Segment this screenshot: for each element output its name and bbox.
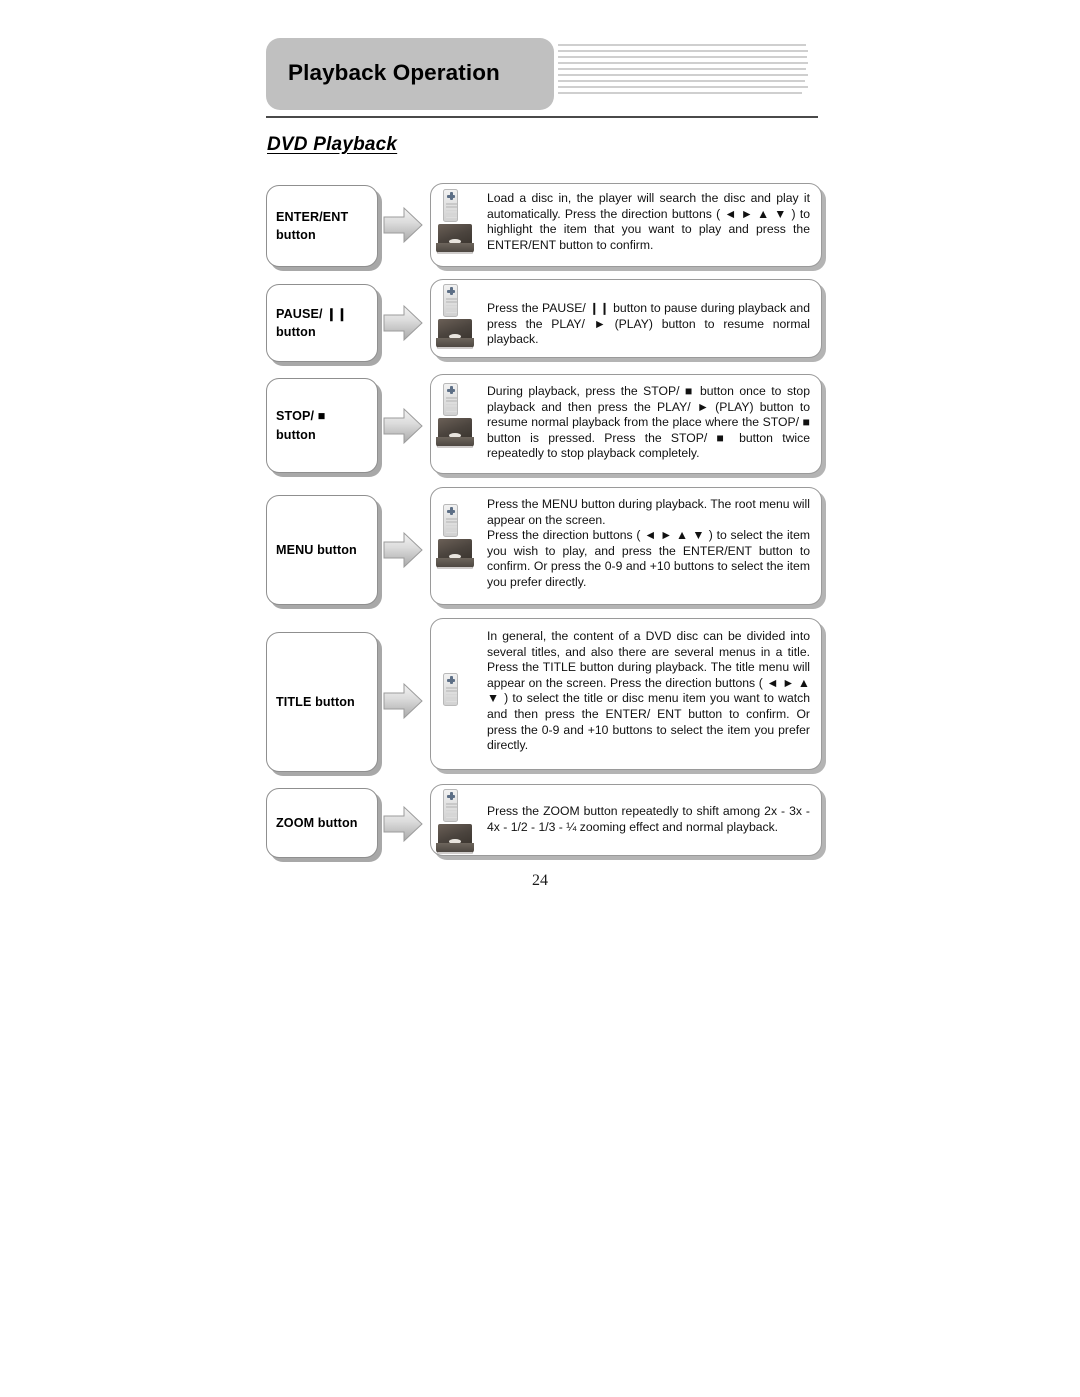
- label-line-1: PAUSE/ ❙❙: [276, 306, 348, 321]
- dvd-player-icon: [436, 418, 474, 448]
- flow-arrow-icon: [382, 205, 424, 245]
- dvd-player-icon: [436, 319, 474, 349]
- dvd-player-icon: [436, 539, 474, 569]
- device-icon-stack: [436, 789, 476, 854]
- label-line-2: button: [276, 228, 316, 242]
- label-line-1: TITLE button: [276, 694, 355, 709]
- device-icon-stack: [436, 189, 476, 254]
- remote-icon: [443, 189, 458, 222]
- flow-arrow-icon: [382, 530, 424, 570]
- instruction-text: Press the MENU button during playback. T…: [487, 497, 810, 527]
- instruction-content-menu: Press the MENU button during playback. T…: [430, 487, 822, 605]
- page-number: 24: [532, 872, 548, 889]
- manual-page: Playback Operation DVD Playback ENTER/EN…: [0, 0, 1080, 1397]
- instruction-content-title: In general, the content of a DVD disc ca…: [430, 618, 822, 770]
- button-label-menu: MENU button: [266, 495, 378, 605]
- header-stripes-decoration: [558, 44, 808, 106]
- button-label-text: ENTER/ENT button: [276, 208, 348, 245]
- dvd-player-icon: [436, 824, 474, 854]
- label-line-2: button: [276, 325, 316, 339]
- section-heading: DVD Playback: [267, 134, 398, 155]
- label-line-1: MENU button: [276, 542, 357, 557]
- flow-arrow-icon: [382, 804, 424, 844]
- instruction-row: STOP/ ■ button During playback, press th…: [266, 374, 822, 487]
- remote-icon: [443, 673, 458, 706]
- instruction-row: MENU button Press the MENU button during…: [266, 487, 822, 618]
- label-line-1: ZOOM button: [276, 815, 358, 830]
- instruction-row: TITLE button In general, the content of …: [266, 618, 822, 784]
- instruction-row: PAUSE/ ❙❙ button Press the PAUSE/ ❙❙ but…: [266, 279, 822, 374]
- flow-arrow-icon: [382, 406, 424, 446]
- device-icon-stack: [436, 284, 476, 349]
- instruction-row: ENTER/ENT button Load a disc in, the pla…: [266, 183, 822, 279]
- label-line-1: ENTER/ENT: [276, 209, 349, 224]
- instruction-text-group: Press the MENU button during playback. T…: [487, 497, 810, 591]
- button-label-enter: ENTER/ENT button: [266, 185, 378, 267]
- button-label-text: MENU button: [276, 541, 357, 559]
- instruction-text: In general, the content of a DVD disc ca…: [487, 629, 810, 753]
- instruction-content-enter: Load a disc in, the player will search t…: [430, 183, 822, 267]
- button-label-pause: PAUSE/ ❙❙ button: [266, 284, 378, 362]
- remote-icon: [443, 504, 458, 537]
- instruction-text: Press the PAUSE/ ❙❙ button to pause duri…: [487, 301, 810, 347]
- instruction-content-zoom: Press the ZOOM button repeatedly to shif…: [430, 784, 822, 856]
- button-label-text: STOP/ ■ button: [276, 407, 368, 444]
- instruction-rows: ENTER/ENT button Load a disc in, the pla…: [266, 183, 826, 868]
- instruction-row: ZOOM button Press the ZOOM button repeat…: [266, 784, 822, 868]
- dvd-player-icon: [436, 224, 474, 254]
- remote-icon: [443, 789, 458, 822]
- header-divider: [266, 116, 818, 118]
- instruction-content-pause: Press the PAUSE/ ❙❙ button to pause duri…: [430, 279, 822, 358]
- page-title: Playback Operation: [288, 60, 500, 85]
- remote-icon: [443, 284, 458, 317]
- remote-icon: [443, 383, 458, 416]
- device-icon-stack: [436, 673, 476, 706]
- button-label-text: TITLE button: [276, 693, 355, 711]
- button-label-text: PAUSE/ ❙❙ button: [276, 305, 347, 342]
- label-line-1: STOP/ ■ button: [276, 409, 326, 442]
- instruction-text-2: Press the direction buttons ( ◄ ► ▲ ▼ ) …: [487, 528, 810, 589]
- button-label-title: TITLE button: [266, 632, 378, 772]
- device-icon-stack: [436, 383, 476, 448]
- instruction-text: Press the ZOOM button repeatedly to shif…: [487, 804, 810, 834]
- button-label-stop: STOP/ ■ button: [266, 378, 378, 473]
- button-label-text: ZOOM button: [276, 814, 358, 832]
- button-label-zoom: ZOOM button: [266, 788, 378, 858]
- flow-arrow-icon: [382, 681, 424, 721]
- flow-arrow-icon: [382, 303, 424, 343]
- instruction-text: Load a disc in, the player will search t…: [487, 191, 810, 252]
- instruction-text: During playback, press the STOP/ ■ butto…: [487, 384, 810, 461]
- page-header: Playback Operation: [266, 38, 818, 112]
- device-icon-stack: [436, 504, 476, 569]
- instruction-content-stop: During playback, press the STOP/ ■ butto…: [430, 374, 822, 474]
- header-chip: Playback Operation: [266, 38, 554, 110]
